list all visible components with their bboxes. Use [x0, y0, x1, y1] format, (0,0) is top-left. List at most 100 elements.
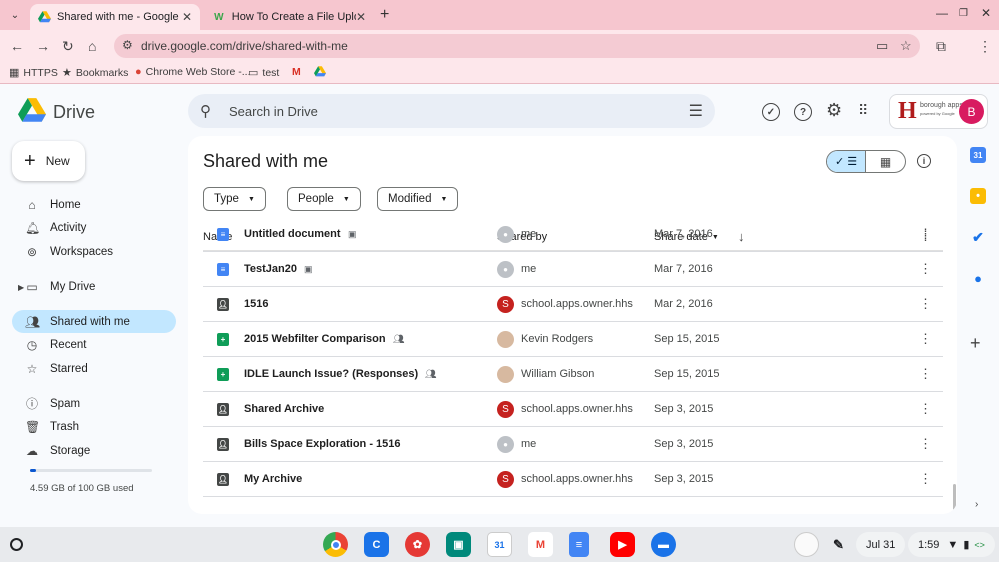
- keep-icon[interactable]: •: [970, 188, 986, 204]
- close-window-icon[interactable]: ✕: [981, 6, 991, 20]
- list-view-button[interactable]: ✓ ☰: [827, 151, 867, 172]
- extensions-icon[interactable]: ⧉: [936, 38, 946, 55]
- search-bar[interactable]: ⚲ Search in Drive ☰: [188, 94, 715, 128]
- folder-icon: ▭: [248, 67, 259, 79]
- table-row[interactable]: + IDLE Launch Issue? (Responses) 👥︎ William…: [203, 357, 943, 392]
- offline-ready-icon[interactable]: ✓: [762, 103, 780, 121]
- close-tab-icon[interactable]: ✕: [356, 10, 366, 24]
- status-tray[interactable]: 1:59 ▼ ▮ <>: [908, 532, 995, 557]
- bookmark-test[interactable]: ▭ test: [248, 66, 279, 80]
- sidebar-item-activity[interactable]: 🔔︎ Activity: [12, 216, 176, 239]
- more-icon[interactable]: ⋮: [919, 436, 932, 452]
- new-button[interactable]: + New: [12, 141, 85, 181]
- calendar-icon[interactable]: 31: [970, 147, 986, 163]
- sidebar-item-shared-with-me[interactable]: 👥︎ Shared with me: [12, 310, 176, 333]
- back-icon[interactable]: ←: [10, 38, 24, 54]
- sidebar-item-spam[interactable]: ⓘ Spam: [12, 392, 176, 415]
- avatar[interactable]: B: [959, 99, 984, 124]
- youtube-icon[interactable]: ▶: [610, 532, 635, 557]
- gear-icon[interactable]: ⚙: [826, 100, 842, 121]
- table-row[interactable]: ≡ TestJan20 ▣ ● me Mar 7, 2016 ⋮: [203, 252, 943, 287]
- chevron-right-icon[interactable]: ›: [975, 499, 978, 510]
- more-icon[interactable]: ⋮: [919, 261, 932, 277]
- contacts-icon[interactable]: ●: [970, 270, 986, 286]
- view-toggle[interactable]: ✓ ☰ ▦: [826, 150, 906, 173]
- close-tab-icon[interactable]: ✕: [182, 10, 192, 24]
- more-icon[interactable]: ⋮: [919, 471, 932, 487]
- more-icon[interactable]: ⋮: [919, 331, 932, 347]
- new-tab-icon[interactable]: +: [380, 6, 389, 24]
- bookmark-star-icon[interactable]: ☆: [900, 38, 912, 54]
- file-name: IDLE Launch Issue? (Responses): [244, 368, 419, 380]
- scrollbar[interactable]: [953, 484, 956, 510]
- chrome-icon[interactable]: [323, 532, 348, 557]
- sidebar-item-home[interactable]: ⌂ Home: [12, 193, 176, 216]
- sidebar-item-trash[interactable]: 🗑︎ Trash: [12, 415, 176, 438]
- help-icon[interactable]: ?: [794, 103, 812, 121]
- date-pill[interactable]: Jul 31: [856, 532, 906, 557]
- url-text[interactable]: drive.google.com/drive/shared-with-me: [141, 39, 348, 53]
- docs-icon[interactable]: ≡: [569, 532, 589, 557]
- files-icon[interactable]: ▬: [651, 532, 676, 557]
- table-row[interactable]: 👤︎ 1516 Sschool.apps.owner.hhs Mar 2, 2016 ⋮: [203, 287, 943, 322]
- site-info-icon[interactable]: ⚙: [122, 38, 133, 52]
- calendar-icon[interactable]: 31: [487, 532, 512, 557]
- address-bar[interactable]: ⚙ drive.google.com/drive/shared-with-me …: [114, 34, 920, 58]
- user-avatar[interactable]: [794, 532, 819, 557]
- sidebar-item-starred[interactable]: ☆ Starred: [12, 357, 176, 380]
- filter-modified[interactable]: Modified ▼: [377, 187, 459, 211]
- tab-file-upload[interactable]: W How To Create a File Upload B ✕: [204, 4, 374, 30]
- table-row[interactable]: 👤︎ Shared Archive Sschool.apps.owner.hhs Se…: [203, 392, 943, 427]
- filter-type[interactable]: Type ▼: [203, 187, 266, 211]
- cast-icon[interactable]: ▭: [876, 38, 888, 54]
- search-input[interactable]: Search in Drive: [229, 104, 318, 119]
- maximize-icon[interactable]: ❐: [959, 8, 968, 19]
- gmail-icon[interactable]: M: [528, 532, 553, 557]
- tasks-icon[interactable]: ✔: [970, 229, 986, 245]
- more-icon[interactable]: ⋮: [919, 366, 932, 382]
- shared-folder-icon: 👤︎: [217, 403, 229, 416]
- search-icon[interactable]: ⚲: [200, 102, 211, 120]
- canvas-icon[interactable]: ✿: [405, 532, 430, 557]
- tab-shared-with-me[interactable]: Shared with me - Google Drive ✕: [30, 4, 200, 30]
- shared-by: school.apps.owner.hhs: [521, 473, 633, 485]
- info-icon[interactable]: i: [917, 154, 931, 168]
- sidebar-item-my-drive[interactable]: ▭ My Drive: [12, 275, 176, 298]
- bookmark-https[interactable]: ▦ HTTPS: [9, 66, 58, 80]
- table-row[interactable]: ≡ Untitled document ▣ ● me Mar 7, 2016 ⋮: [203, 217, 943, 252]
- forward-icon[interactable]: →: [36, 38, 50, 54]
- drive-brand[interactable]: Drive: [53, 102, 95, 123]
- more-icon[interactable]: ⋮: [919, 226, 932, 242]
- storage-text: 4.59 GB of 100 GB used: [30, 483, 134, 494]
- bookmark-bookmarks[interactable]: ★ Bookmarks: [62, 66, 128, 80]
- launcher-icon[interactable]: [10, 538, 23, 551]
- more-icon[interactable]: ⋮: [919, 401, 932, 417]
- classroom-icon[interactable]: C: [364, 532, 389, 557]
- sidebar-item-workspaces[interactable]: ⊚ Workspaces: [12, 240, 176, 263]
- docs-icon: ≡: [217, 228, 229, 241]
- sidebar-item-recent[interactable]: ◷ Recent: [12, 333, 176, 356]
- menu-icon[interactable]: ⋮: [978, 38, 992, 55]
- table-row[interactable]: 👤︎ My Archive Sschool.apps.owner.hhs Sep 3,…: [203, 462, 943, 497]
- home-icon[interactable]: ⌂: [88, 38, 96, 54]
- grid-view-button[interactable]: ▦: [866, 151, 905, 172]
- table-row[interactable]: +2015 Webfilter Comparison 👥︎ Kevin Rodger…: [203, 322, 943, 357]
- tab-search-chevron-icon[interactable]: ⌄: [6, 6, 24, 24]
- drive-logo-icon[interactable]: [18, 98, 46, 124]
- minimize-icon[interactable]: —: [936, 6, 948, 20]
- gmail-icon[interactable]: M: [292, 66, 301, 78]
- stylus-icon[interactable]: ✎: [826, 532, 851, 557]
- bookmark-chrome-web-store[interactable]: ● Chrome Web Store -...: [135, 66, 251, 78]
- meet-icon[interactable]: ▣: [446, 532, 471, 557]
- search-options-icon[interactable]: ☰: [689, 101, 703, 121]
- filter-people[interactable]: People ▼: [287, 187, 361, 211]
- shared-folder-icon: 👤︎: [217, 438, 229, 451]
- drive-icon[interactable]: [314, 66, 326, 77]
- add-addon-icon[interactable]: +: [970, 333, 981, 354]
- clock-time: 1:59: [918, 538, 940, 551]
- reload-icon[interactable]: ↻: [62, 38, 74, 55]
- more-icon[interactable]: ⋮: [919, 296, 932, 312]
- table-row[interactable]: 👤︎ Bills Space Exploration - 1516 ● me Sep 3…: [203, 427, 943, 462]
- google-apps-icon[interactable]: ⠿: [858, 102, 868, 119]
- sidebar-item-storage[interactable]: ☁ Storage: [12, 439, 176, 462]
